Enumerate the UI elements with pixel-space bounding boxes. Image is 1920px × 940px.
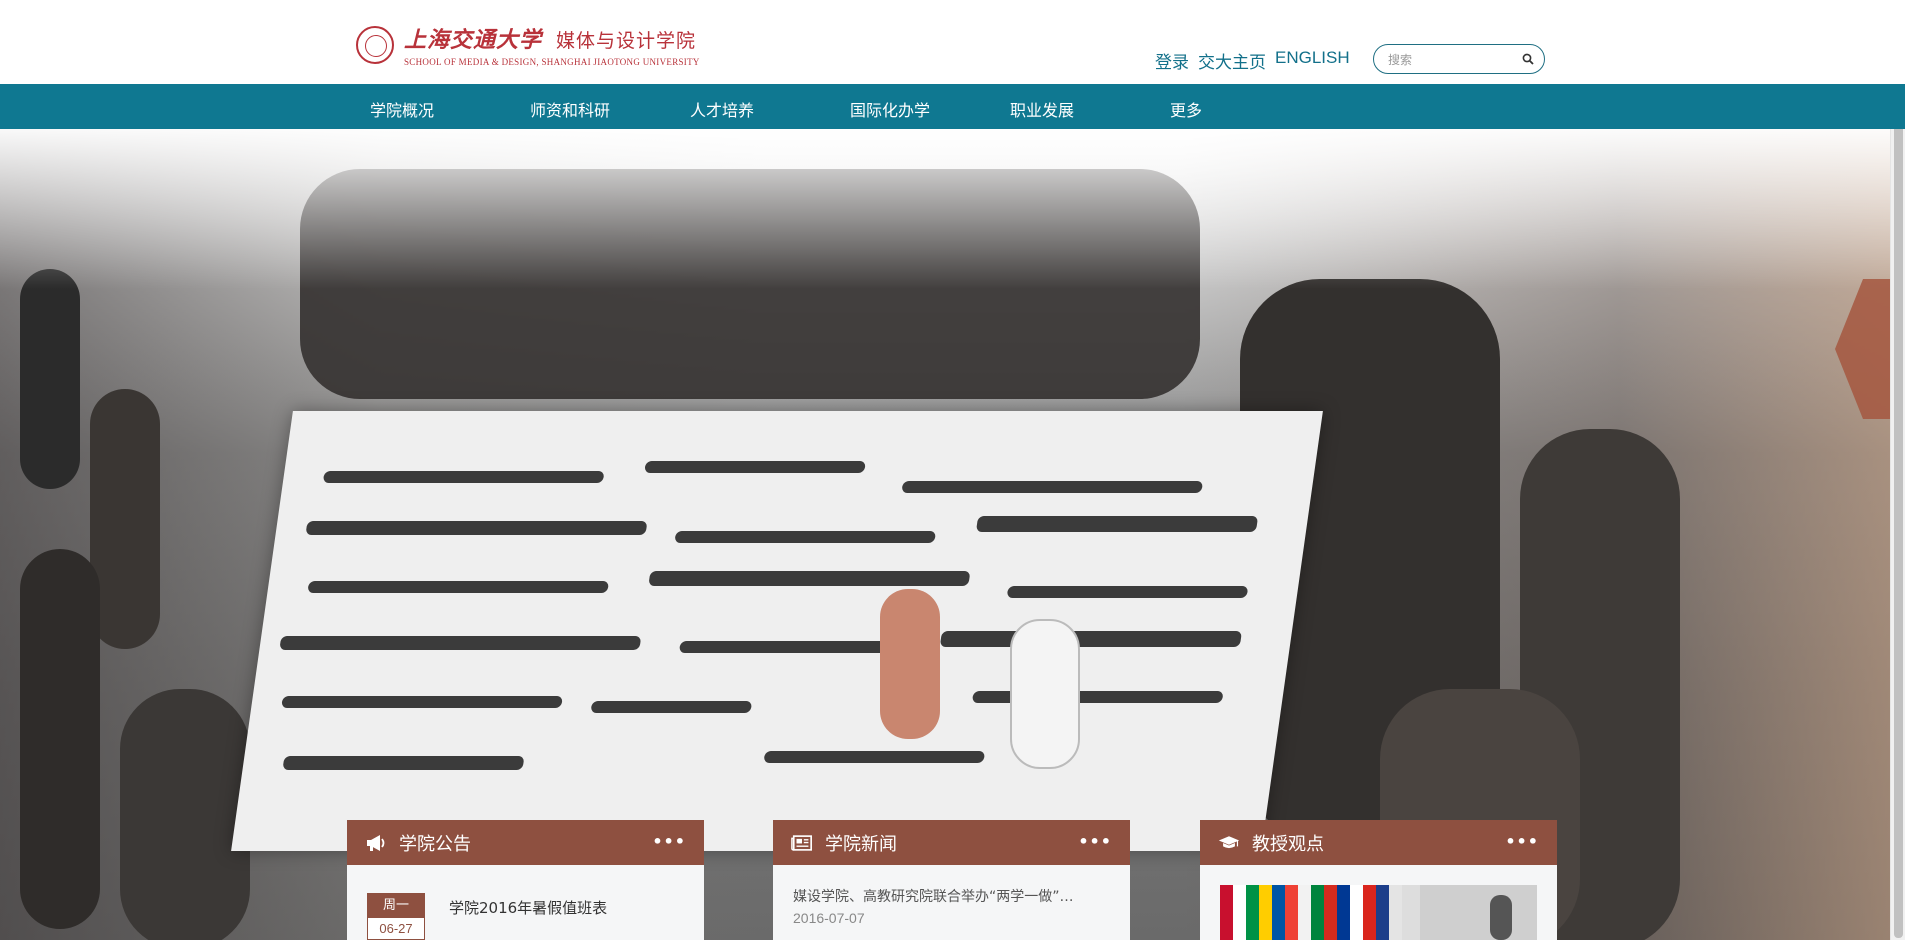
person-assisting	[1010, 619, 1080, 769]
news-panel: 学院新闻 ••• 媒设学院、高教研究院联合举办“两学一做”… 2016-07-0…	[773, 820, 1130, 940]
logo-school-name: 媒体与设计学院	[556, 30, 697, 52]
list-item[interactable]: 周一 06-27 学院2016年暑假值班表	[367, 893, 607, 940]
calligraphy-canvas	[231, 411, 1323, 851]
professor-views-panel: 教授观点 •••	[1200, 820, 1557, 940]
notice-date: 06-27	[379, 921, 413, 936]
notice-weekday: 周一	[368, 894, 424, 918]
search-box	[1373, 44, 1545, 74]
logo-university-name: 上海交通大学	[404, 27, 543, 53]
news-header: 学院新闻 •••	[773, 820, 1130, 865]
announcements-title: 学院公告	[399, 833, 471, 855]
megaphone-icon	[365, 832, 387, 854]
professor-views-title: 教授观点	[1252, 833, 1324, 855]
notice-date-badge: 周一 06-27	[367, 893, 425, 940]
news-title: 学院新闻	[825, 833, 897, 855]
logo-english-name: SCHOOL OF MEDIA & DESIGN, SHANGHAI JIAOT…	[404, 57, 700, 67]
nav-item-more[interactable]: 更多	[1170, 97, 1202, 121]
english-link[interactable]: ENGLISH	[1275, 48, 1350, 73]
login-link[interactable]: 登录	[1155, 48, 1189, 73]
site-header: 上海交通大学 媒体与设计学院 SCHOOL OF MEDIA & DESIGN,…	[0, 0, 1905, 84]
notice-title-link[interactable]: 学院2016年暑假值班表	[449, 897, 607, 940]
graduation-cap-icon	[1218, 832, 1240, 854]
nav-item-career[interactable]: 职业发展	[1010, 97, 1074, 121]
page-scrollbar[interactable]	[1890, 0, 1905, 940]
nav-item-international[interactable]: 国际化办学	[850, 97, 930, 121]
professor-views-more-button[interactable]: •••	[1505, 832, 1539, 851]
sjtu-home-link[interactable]: 交大主页	[1198, 48, 1266, 73]
search-input[interactable]	[1388, 51, 1518, 68]
nav-item-about[interactable]: 学院概况	[370, 97, 434, 121]
announcements-more-button[interactable]: •••	[652, 832, 686, 851]
page: 上海交通大学 媒体与设计学院 SCHOOL OF MEDIA & DESIGN,…	[0, 0, 1905, 940]
newspaper-icon	[791, 832, 813, 854]
logo-text: 上海交通大学 媒体与设计学院 SCHOOL OF MEDIA & DESIGN,…	[404, 22, 700, 67]
hero-banner[interactable]	[0, 129, 1905, 940]
announcements-header: 学院公告 •••	[347, 820, 704, 865]
person-painting	[880, 589, 940, 739]
professor-views-thumbnail[interactable]	[1220, 885, 1537, 940]
announcements-panel: 学院公告 ••• 周一 06-27 学院2016年暑假值班表	[347, 820, 704, 940]
hero-top-fade	[0, 129, 1905, 289]
scrollbar-thumb[interactable]	[1894, 2, 1903, 938]
nav-item-faculty-research[interactable]: 师资和科研	[530, 97, 610, 121]
school-logo[interactable]: 上海交通大学 媒体与设计学院 SCHOOL OF MEDIA & DESIGN,…	[356, 22, 700, 67]
nav-item-education[interactable]: 人才培养	[690, 97, 754, 121]
search-icon[interactable]	[1522, 53, 1534, 65]
news-item-link[interactable]: 媒设学院、高教研究院联合举办“两学一做”…	[793, 886, 1113, 906]
professor-views-header: 教授观点 •••	[1200, 820, 1557, 865]
top-links: 登录 交大主页 ENGLISH	[1155, 48, 1359, 73]
news-item-date: 2016-07-07	[793, 910, 865, 926]
news-more-button[interactable]: •••	[1078, 832, 1112, 851]
main-nav: 学院概况 师资和科研 人才培养 国际化办学 职业发展 更多	[0, 84, 1905, 129]
university-seal-icon	[356, 25, 394, 64]
